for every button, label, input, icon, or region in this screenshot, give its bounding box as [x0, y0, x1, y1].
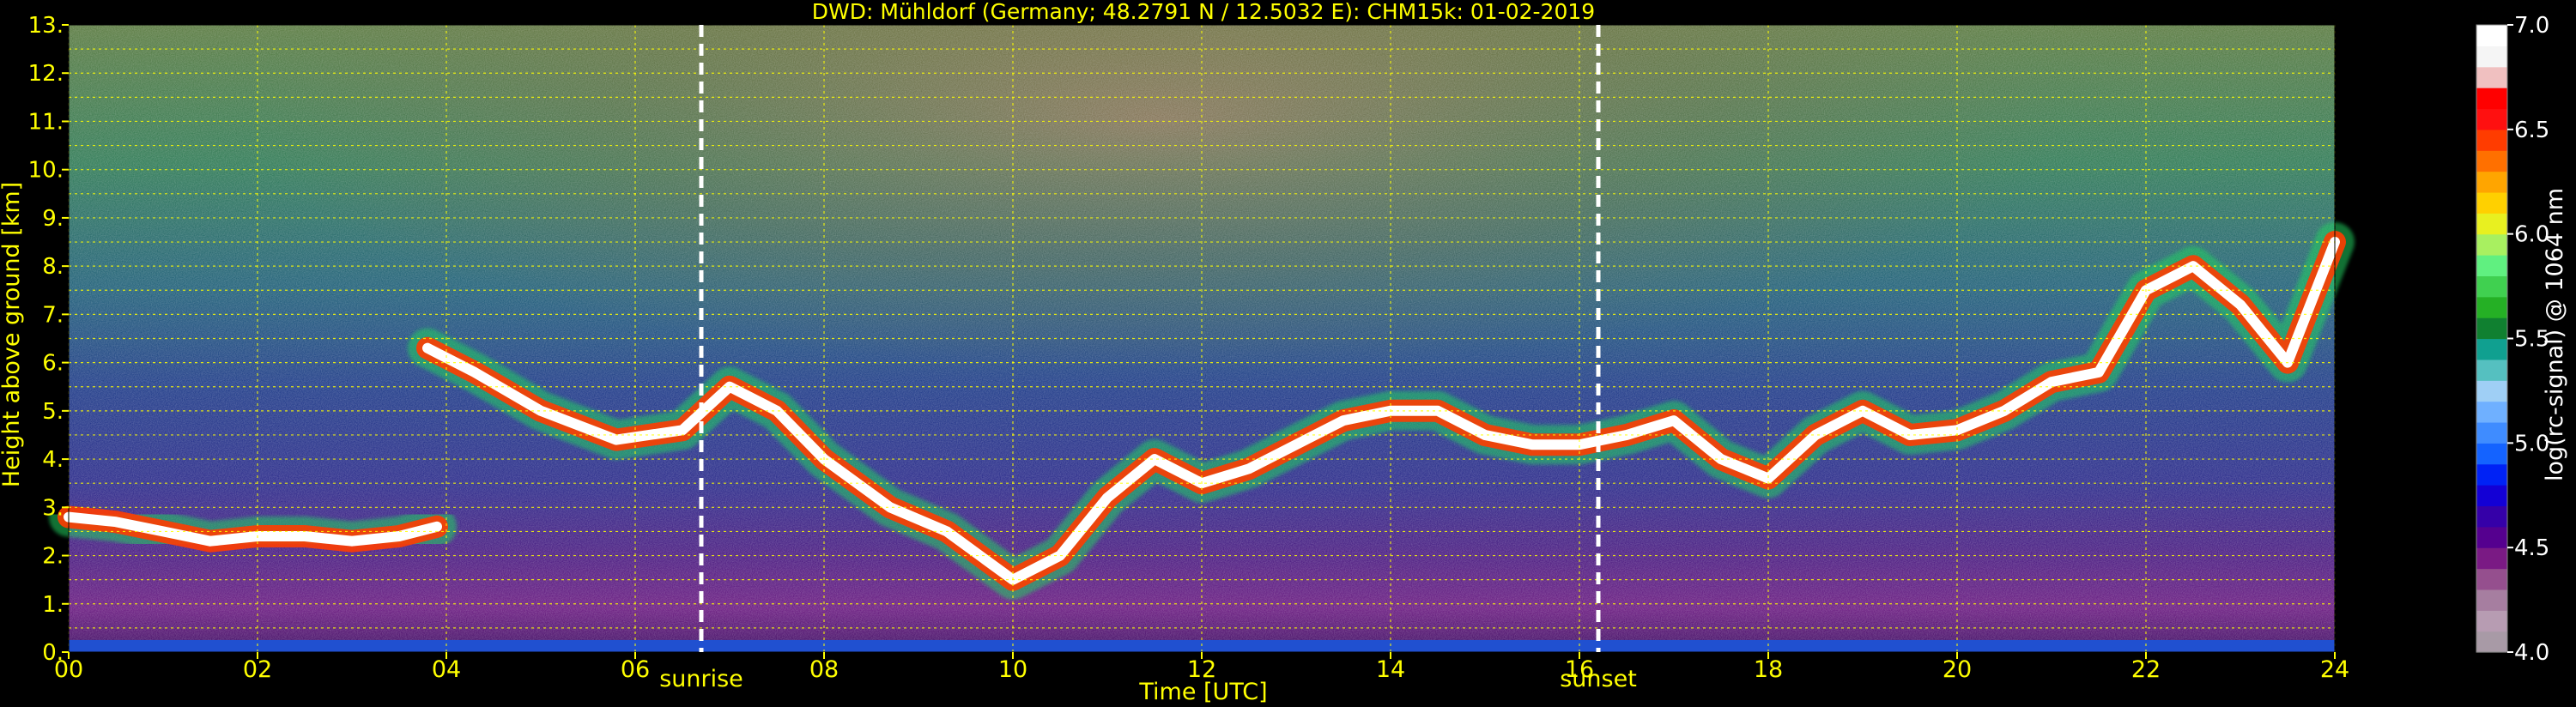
colorbar-swatch	[2476, 171, 2507, 193]
colorbar-swatch	[2476, 485, 2507, 507]
y-tick-label: 7.	[42, 302, 64, 328]
y-tick-label: 0.	[42, 640, 64, 666]
colorbar-label: log(rc-signal) @ 1064 nm	[2542, 188, 2568, 481]
colorbar: 4.04.55.05.56.06.57.0	[2476, 13, 2549, 666]
colorbar-swatch	[2476, 443, 2507, 465]
x-tick-label: 14	[1376, 656, 1405, 683]
x-tick-label: 08	[809, 656, 839, 683]
colorbar-swatch	[2476, 108, 2507, 130]
y-tick-label: 13.	[28, 13, 64, 39]
colorbar-tick-label: 6.5	[2514, 118, 2549, 143]
colorbar-swatch	[2476, 191, 2507, 214]
colorbar-swatch	[2476, 526, 2507, 548]
x-tick-label: 10	[998, 656, 1027, 683]
x-tick-label: 02	[243, 656, 272, 683]
y-tick-label: 1.	[42, 592, 64, 618]
y-tick-label: 9.	[42, 206, 64, 232]
colorbar-swatch	[2476, 317, 2507, 340]
ceilometer-chart: sunrise sunset 00 02 04 06 08 10 12 14 16 18 20 22 24…	[0, 0, 2568, 705]
plot-area: sunrise sunset	[49, 24, 2355, 692]
sunrise-label: sunrise	[659, 666, 743, 692]
colorbar-swatch	[2476, 380, 2507, 402]
colorbar-swatch	[2476, 338, 2507, 360]
y-tick-label: 8.	[42, 254, 64, 280]
y-axis-ticks: 0. 1. 2. 3. 4. 5. 6. 7. 8. 9. 10. 11. 12. 13.	[28, 13, 69, 666]
x-tick-label: 04	[432, 656, 461, 683]
y-tick-label: 3.	[42, 495, 64, 521]
colorbar-swatch	[2476, 589, 2507, 611]
colorbar-swatch	[2476, 568, 2507, 590]
x-axis-label: Time [UTC]	[1138, 679, 1267, 705]
y-tick-label: 12.	[28, 61, 64, 87]
colorbar-swatch	[2476, 359, 2507, 381]
colorbar-swatch	[2476, 25, 2507, 46]
y-tick-label: 11.	[28, 109, 64, 135]
colorbar-swatch	[2476, 129, 2507, 151]
colorbar-swatch	[2476, 421, 2507, 444]
y-tick-label: 2.	[42, 544, 64, 570]
colorbar-swatch	[2476, 296, 2507, 318]
y-tick-label: 5.	[42, 399, 64, 425]
colorbar-swatch	[2476, 505, 2507, 528]
colorbar-swatch	[2476, 66, 2507, 88]
x-tick-label: 18	[1754, 656, 1783, 683]
y-tick-label: 6.	[42, 351, 64, 377]
colorbar-swatch	[2476, 463, 2507, 486]
colorbar-swatch	[2476, 213, 2507, 235]
y-tick-label: 4.	[42, 447, 64, 473]
x-tick-label: 06	[621, 656, 650, 683]
colorbar-swatch	[2476, 610, 2507, 632]
colorbar-swatch	[2476, 45, 2507, 68]
colorbar-swatch	[2476, 255, 2507, 276]
chart-title: DWD: Mühldorf (Germany; 48.2791 N / 12.5…	[812, 0, 1595, 24]
colorbar-tick-label: 7.0	[2514, 13, 2549, 39]
colorbar-tick-label: 4.5	[2514, 535, 2549, 561]
colorbar-swatch	[2476, 233, 2507, 256]
x-tick-label: 24	[2320, 656, 2349, 683]
colorbar-swatch	[2476, 88, 2507, 110]
colorbar-swatch	[2476, 275, 2507, 298]
colorbar-swatch	[2476, 631, 2507, 653]
y-axis-label: Height above ground [km]	[0, 182, 25, 487]
y-tick-label: 10.	[28, 158, 64, 184]
colorbar-swatch	[2476, 547, 2507, 570]
colorbar-swatch	[2476, 150, 2507, 172]
x-tick-label: 16	[1565, 656, 1594, 683]
x-tick-label: 22	[2131, 656, 2161, 683]
colorbar-swatch	[2476, 401, 2507, 423]
colorbar-tick-label: 4.0	[2514, 640, 2549, 666]
x-tick-label: 20	[1943, 656, 1972, 683]
